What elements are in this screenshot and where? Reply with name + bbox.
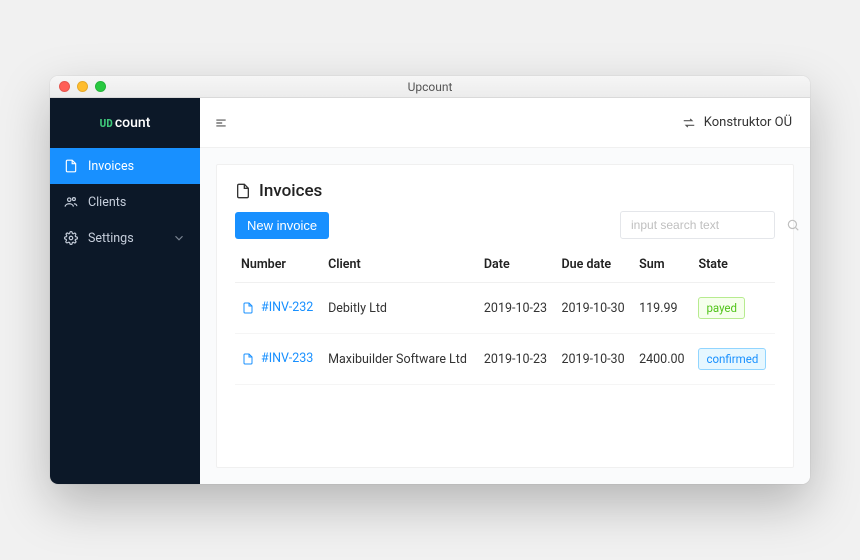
zoom-window-button[interactable] <box>95 81 106 92</box>
sidebar: UD count Invoices Clients Settings <box>50 98 200 484</box>
logo-mark: UD <box>100 118 113 129</box>
org-switcher[interactable]: Konstruktor OÜ <box>682 115 792 130</box>
search-box[interactable] <box>620 211 775 239</box>
sum-cell: 119.99 <box>633 283 692 334</box>
app-window: Upcount UD count Invoices Clients <box>50 76 810 484</box>
table-row: #INV-232 Debitly Ltd2019-10-232019-10-301… <box>235 283 775 334</box>
col-client: Client <box>322 247 478 283</box>
chevron-down-icon <box>172 231 186 245</box>
search-input[interactable] <box>631 218 786 232</box>
team-icon <box>64 195 78 209</box>
main-area: Konstruktor OÜ Invoices New invoice <box>200 98 810 484</box>
sidebar-item-label: Clients <box>88 195 126 210</box>
table-header-row: Number Client Date Due date Sum State <box>235 247 775 283</box>
file-icon <box>235 183 251 199</box>
page-title: Invoices <box>235 181 775 201</box>
date-cell: 2019-10-23 <box>478 334 556 385</box>
invoices-table: Number Client Date Due date Sum State #I… <box>235 247 775 385</box>
page-title-text: Invoices <box>259 181 322 201</box>
new-invoice-button[interactable]: New invoice <box>235 212 329 239</box>
file-icon <box>241 301 255 315</box>
org-label: Konstruktor OÜ <box>704 115 792 130</box>
app-logo: UD count <box>50 98 200 148</box>
sidebar-item-label: Invoices <box>88 159 134 174</box>
col-due: Due date <box>556 247 634 283</box>
state-badge: confirmed <box>698 348 766 370</box>
col-state: State <box>692 247 775 283</box>
col-number: Number <box>235 247 322 283</box>
date-cell: 2019-10-23 <box>478 283 556 334</box>
client-cell: Debitly Ltd <box>322 283 478 334</box>
col-sum: Sum <box>633 247 692 283</box>
col-date: Date <box>478 247 556 283</box>
sidebar-item-clients[interactable]: Clients <box>50 184 200 220</box>
due-cell: 2019-10-30 <box>556 334 634 385</box>
invoice-number-cell: #INV-232 <box>241 300 316 316</box>
file-icon <box>241 352 255 366</box>
gear-icon <box>64 231 78 245</box>
close-window-button[interactable] <box>59 81 70 92</box>
sidebar-item-label: Settings <box>88 231 134 246</box>
menu-toggle-icon[interactable] <box>214 116 228 130</box>
minimize-window-button[interactable] <box>77 81 88 92</box>
logo-text: count <box>115 115 151 131</box>
table-row: #INV-233Maxibuilder Software Ltd2019-10-… <box>235 334 775 385</box>
client-cell: Maxibuilder Software Ltd <box>322 334 478 385</box>
invoices-card: Invoices New invoice <box>216 164 794 468</box>
sum-cell: 2400.00 <box>633 334 692 385</box>
state-badge: payed <box>698 297 745 319</box>
sidebar-item-settings[interactable]: Settings <box>50 220 200 256</box>
invoice-link[interactable]: #INV-232 <box>261 300 313 316</box>
search-icon <box>786 218 800 232</box>
due-cell: 2019-10-30 <box>556 283 634 334</box>
invoice-number-cell: #INV-233 <box>241 351 316 367</box>
swap-icon <box>682 116 696 130</box>
file-icon <box>64 159 78 173</box>
topbar: Konstruktor OÜ <box>200 98 810 148</box>
window-title: Upcount <box>50 80 810 94</box>
window-controls <box>59 81 106 92</box>
invoice-link[interactable]: #INV-233 <box>261 351 313 367</box>
sidebar-item-invoices[interactable]: Invoices <box>50 148 200 184</box>
titlebar: Upcount <box>50 76 810 98</box>
